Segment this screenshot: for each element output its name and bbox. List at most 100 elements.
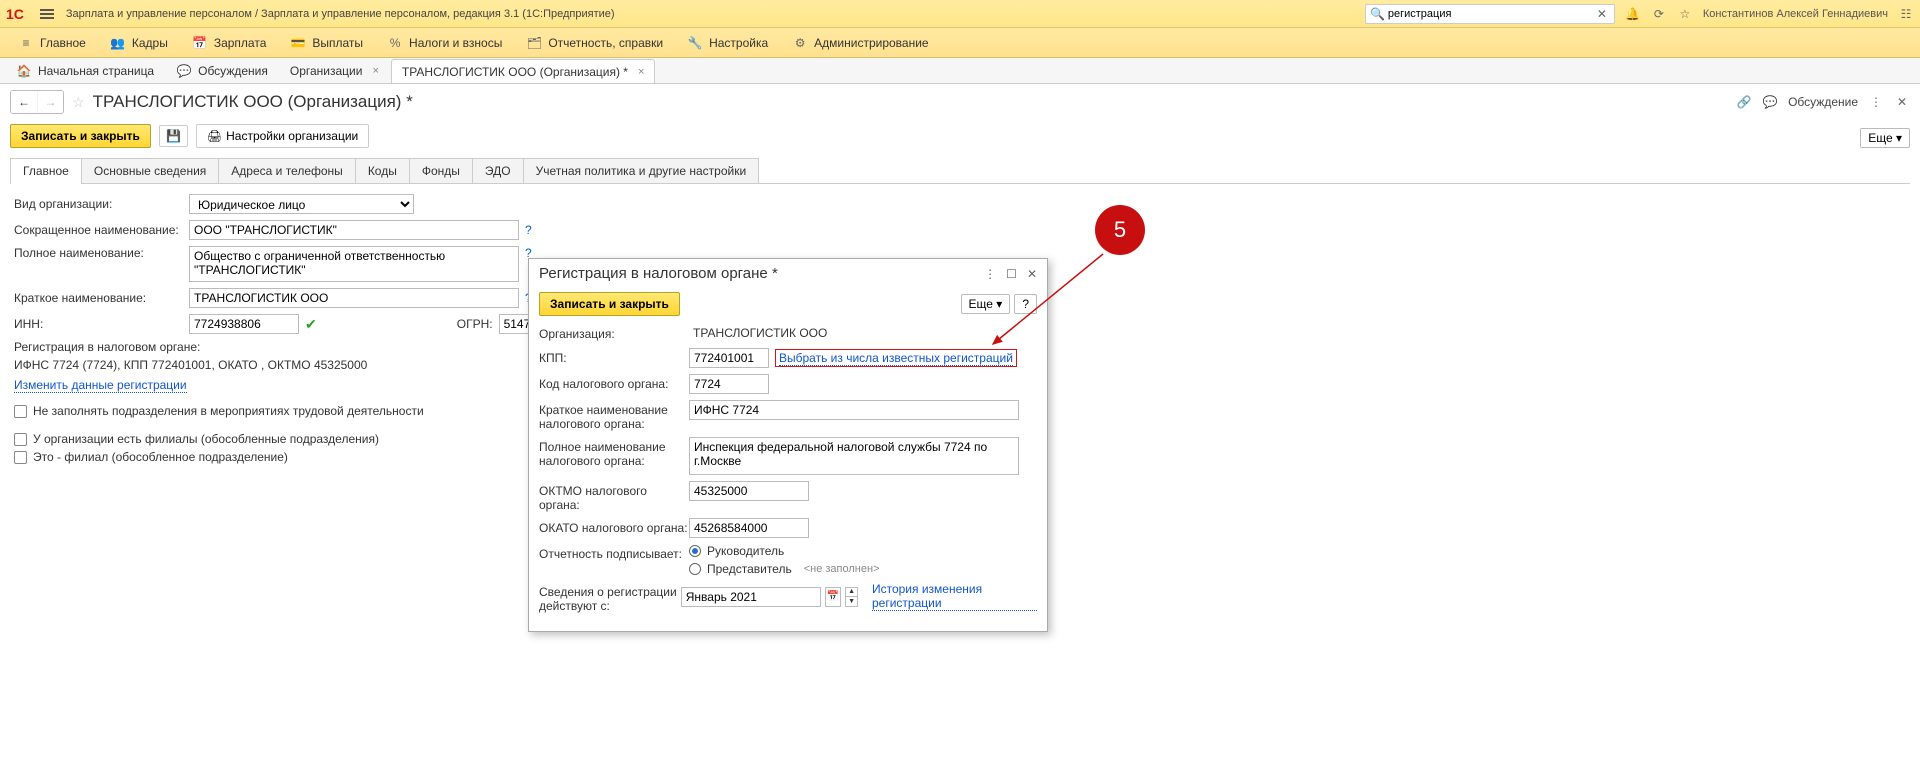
home-icon: 🏠 xyxy=(16,63,32,79)
percent-icon: % xyxy=(387,35,403,51)
radio-label: Представитель xyxy=(707,562,792,576)
nav-label: Кадры xyxy=(132,36,168,50)
salary-icon: 📅 xyxy=(192,35,208,51)
org-type-select[interactable]: Юридическое лицо xyxy=(189,194,414,214)
link-icon[interactable]: 🔗 xyxy=(1736,94,1752,110)
nav-zarplata[interactable]: 📅Зарплата xyxy=(182,31,277,55)
tab-label: Начальная страница xyxy=(38,64,154,78)
history-link[interactable]: История изменения регистрации xyxy=(872,582,1037,611)
bell-icon[interactable]: 🔔 xyxy=(1625,6,1641,22)
nav-otchet[interactable]: 🗂Отчетность, справки xyxy=(516,31,673,55)
user-name[interactable]: Константинов Алексей Геннадиевич xyxy=(1703,8,1888,20)
radio-representative[interactable] xyxy=(689,563,701,575)
tab-organizations[interactable]: Организации× xyxy=(280,59,389,83)
subtab-edo[interactable]: ЭДО xyxy=(472,158,524,183)
dlg-oktmo-input[interactable] xyxy=(689,481,809,501)
org-settings-button[interactable]: 🖨 Настройки организации xyxy=(196,124,369,148)
back-button[interactable]: ← xyxy=(11,91,37,113)
save-button[interactable]: 💾 xyxy=(159,125,188,147)
subtab-policy[interactable]: Учетная политика и другие настройки xyxy=(523,158,760,183)
payments-icon: 💳 xyxy=(290,35,306,51)
inn-input[interactable] xyxy=(189,314,299,334)
close-icon[interactable]: × xyxy=(372,65,378,77)
edit-registration-link[interactable]: Изменить данные регистрации xyxy=(14,378,187,393)
global-search[interactable]: 🔍 ✕ xyxy=(1365,4,1615,24)
subtab-funds[interactable]: Фонды xyxy=(409,158,473,183)
gear-icon: ⚙ xyxy=(792,35,808,51)
close-icon[interactable]: ✕ xyxy=(1894,94,1910,110)
chat-icon[interactable]: 💬 xyxy=(1762,94,1778,110)
nav-admin[interactable]: ⚙ Администрирование xyxy=(782,31,938,55)
check-icon: ✔ xyxy=(305,316,317,333)
wrench-icon: 🔧 xyxy=(687,35,703,51)
subtab-codes[interactable]: Коды xyxy=(355,158,410,183)
annotation-badge: 5 xyxy=(1095,205,1145,255)
nav-main[interactable]: ≡ Главное xyxy=(8,31,96,55)
close-icon[interactable]: × xyxy=(638,66,644,78)
tab-home[interactable]: 🏠 Начальная страница xyxy=(6,59,164,83)
kebab-icon[interactable]: ⋮ xyxy=(984,267,996,281)
dlg-shortname-input[interactable] xyxy=(689,400,1019,420)
radio-leader[interactable] xyxy=(689,545,701,557)
nav-label: Администрирование xyxy=(814,36,928,50)
search-input[interactable] xyxy=(1386,6,1594,22)
discuss-label[interactable]: Обсуждение xyxy=(1788,95,1858,109)
nav-kadry[interactable]: 👥 Кадры xyxy=(100,31,178,55)
home-icon: ≡ xyxy=(18,35,34,51)
kebab-icon[interactable]: ⋮ xyxy=(1868,94,1884,110)
help-icon[interactable]: ? xyxy=(525,223,532,237)
dlg-fullname-input[interactable]: Инспекция федеральной налоговой службы 7… xyxy=(689,437,1019,475)
full-name-input[interactable]: Общество с ограниченной ответственностью… xyxy=(189,246,519,282)
dlg-okato-input[interactable] xyxy=(689,518,809,538)
calendar-icon[interactable]: 📅 xyxy=(825,587,841,607)
org-type-label: Вид организации: xyxy=(14,197,189,211)
main-nav: ≡ Главное 👥 Кадры 📅Зарплата 💳 Выплаты %Нало… xyxy=(0,28,1920,58)
radio-label: Руководитель xyxy=(707,544,784,558)
registration-dialog: Регистрация в налоговом органе * ⋮ ☐ ✕ З… xyxy=(528,258,1048,632)
ogrn-label: ОГРН: xyxy=(457,317,493,331)
close-icon[interactable]: ✕ xyxy=(1027,267,1037,281)
nav-label: Отчетность, справки xyxy=(548,36,663,50)
nav-label: Главное xyxy=(40,36,86,50)
brief-name-input[interactable] xyxy=(189,288,519,308)
dlg-taxcode-label: Код налогового органа: xyxy=(539,374,689,391)
dlg-taxcode-input[interactable] xyxy=(689,374,769,394)
nav-nastroyka[interactable]: 🔧Настройка xyxy=(677,31,778,55)
subtab-basic[interactable]: Основные сведения xyxy=(81,158,219,183)
dlg-oktmo-label: ОКТМО налогового органа: xyxy=(539,481,689,512)
short-name-input[interactable] xyxy=(189,220,519,240)
clear-icon[interactable]: ✕ xyxy=(1594,6,1610,22)
subtab-addresses[interactable]: Адреса и телефоны xyxy=(218,158,356,183)
checkbox-label: У организации есть филиалы (обособленные… xyxy=(33,432,379,446)
checkbox-is-branch[interactable] xyxy=(14,451,27,464)
dlg-org-label: Организация: xyxy=(539,324,689,341)
dlg-since-input[interactable] xyxy=(681,587,821,607)
dlg-more-button[interactable]: Еще ▾ xyxy=(961,294,1011,314)
chat-icon: 💬 xyxy=(176,63,192,79)
search-icon: 🔍 xyxy=(1370,6,1386,22)
more-button[interactable]: Еще ▾ xyxy=(1860,128,1910,148)
settings-icon[interactable]: ☷ xyxy=(1898,6,1914,22)
nav-vyplaty[interactable]: 💳 Выплаты xyxy=(280,31,373,55)
dlg-help-button[interactable]: ? xyxy=(1014,294,1037,314)
checkbox-no-divisions[interactable] xyxy=(14,405,27,418)
nav-label: Выплаты xyxy=(312,36,363,50)
menu-icon[interactable] xyxy=(36,5,58,23)
favorite-star-icon[interactable]: ☆ xyxy=(72,94,85,111)
people-icon: 👥 xyxy=(110,35,126,51)
date-stepper[interactable]: ▲▼ xyxy=(845,587,858,607)
app-logo: 1С xyxy=(6,6,28,22)
select-known-registrations-link[interactable]: Выбрать из числа известных регистраций xyxy=(779,351,1013,366)
dlg-kpp-input[interactable] xyxy=(689,348,769,368)
maximize-icon[interactable]: ☐ xyxy=(1006,267,1017,281)
button-label: Еще xyxy=(1868,131,1892,145)
dlg-save-close-button[interactable]: Записать и закрыть xyxy=(539,292,680,316)
history-icon[interactable]: ⟳ xyxy=(1651,6,1667,22)
save-close-button[interactable]: Записать и закрыть xyxy=(10,124,151,148)
subtab-main[interactable]: Главное xyxy=(10,158,82,183)
star-icon[interactable]: ☆ xyxy=(1677,6,1693,22)
tab-active-org[interactable]: ТРАНСЛОГИСТИК ООО (Организация) *× xyxy=(391,59,656,83)
tab-discussions[interactable]: 💬Обсуждения xyxy=(166,59,278,83)
nav-nalogi[interactable]: %Налоги и взносы xyxy=(377,31,512,55)
checkbox-has-branches[interactable] xyxy=(14,433,27,446)
